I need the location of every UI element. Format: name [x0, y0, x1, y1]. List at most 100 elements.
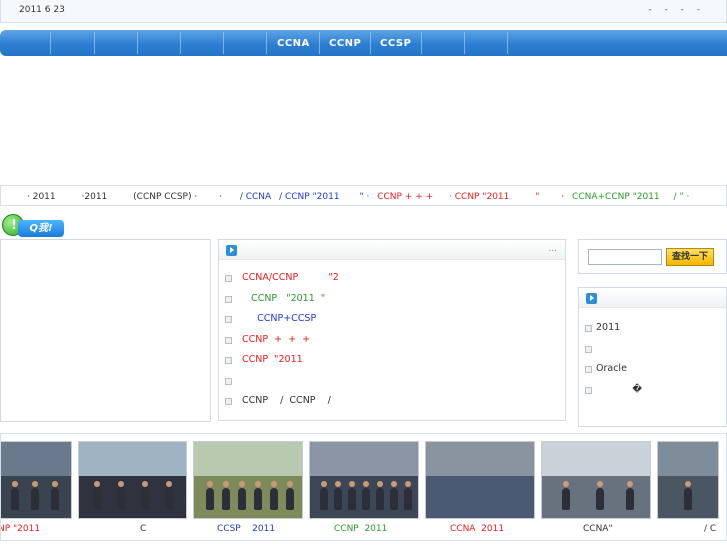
main-nav: CCNA CCNP CCSP: [0, 30, 727, 56]
qq-contact-button[interactable]: Q我!: [2, 214, 64, 240]
gallery-photo[interactable]: [193, 441, 303, 519]
news-item-title[interactable]: CCNP "2011 ": [242, 293, 325, 304]
side-panel: 2011 Oracle �: [578, 287, 727, 427]
ticker-item[interactable]: / CCNP "2011: [279, 192, 340, 202]
ticker-item[interactable]: ": [535, 192, 539, 202]
nav-item-ccsp[interactable]: CCSP: [380, 38, 411, 49]
left-panel: [0, 239, 211, 422]
news-item[interactable]: CCNP "2011: [225, 350, 565, 371]
news-item-title[interactable]: CCNP + + +: [242, 334, 310, 345]
photo-caption[interactable]: CCSP 2011: [217, 524, 275, 534]
person-figure: [684, 481, 692, 510]
bullet-icon: [585, 366, 592, 373]
gallery-photo[interactable]: [425, 441, 535, 519]
nav-separator: [370, 32, 371, 54]
ticker-item[interactable]: CCNP + + +: [377, 192, 433, 202]
side-item-label[interactable]: 2011: [596, 322, 620, 333]
side-item[interactable]: 2011: [585, 318, 726, 339]
news-item[interactable]: [225, 371, 565, 392]
person-figure: [348, 481, 356, 510]
gallery-photo[interactable]: [657, 441, 719, 519]
news-item[interactable]: CCNP+CCSP: [225, 309, 565, 330]
person-figure: [270, 481, 278, 510]
nav-separator: [50, 32, 51, 54]
bullet-icon: [585, 325, 592, 332]
news-ticker: · 2011 ·2011 (CCNP CCSP) · · / CCNA / CC…: [0, 185, 727, 206]
news-item[interactable]: CCNP + + +: [225, 330, 565, 351]
person-figure: [165, 481, 173, 510]
side-list: 2011 Oracle �: [579, 308, 726, 400]
nav-separator: [507, 32, 508, 54]
ticker-item[interactable]: / " ·: [674, 192, 690, 202]
search-button[interactable]: 查找一下: [666, 248, 714, 266]
person-figure: [117, 481, 125, 510]
news-list: CCNA/CCNP "2 CCNP "2011 " CCNP+CCSP CCNP…: [219, 260, 565, 412]
ticker-item: ·: [561, 192, 565, 202]
photo-image-top: [79, 442, 186, 477]
gallery-photo[interactable]: [1, 441, 72, 519]
ticker-item[interactable]: " ·: [359, 192, 369, 202]
person-figure: [222, 481, 230, 510]
play-arrow-icon: [226, 245, 237, 256]
news-item[interactable]: CCNP / CCNP /: [225, 391, 565, 412]
search-panel: 查找一下: [578, 239, 727, 274]
person-figure: [11, 481, 19, 510]
side-item[interactable]: �: [585, 380, 726, 401]
person-figure: [334, 481, 342, 510]
person-figure: [238, 481, 246, 510]
ticker-item[interactable]: · CCNP "2011: [449, 192, 509, 202]
photo-caption[interactable]: NP "2011: [1, 524, 40, 534]
side-item[interactable]: [585, 339, 726, 360]
ticker-item[interactable]: CCNA+CCNP "2011: [572, 192, 660, 202]
photo-caption[interactable]: C: [140, 524, 146, 534]
photo-gallery: NP "2011 C CCSP 2011 CCNP 2011 CCNA 2011…: [0, 433, 727, 541]
person-figure: [51, 481, 59, 510]
person-figure: [626, 481, 634, 510]
ticker-item[interactable]: (CCNP CCSP) ·: [133, 192, 197, 202]
gallery-photo[interactable]: [78, 441, 187, 519]
photo-caption[interactable]: CCNA": [583, 524, 613, 534]
photo-caption[interactable]: CCNP 2011: [334, 524, 387, 534]
news-item-title[interactable]: CCNP "2011: [242, 354, 303, 365]
bullet-icon: [225, 275, 232, 282]
nav-separator: [223, 32, 224, 54]
ticker-item[interactable]: / CCNA: [240, 192, 271, 202]
current-date: 2011 6 23: [19, 5, 65, 15]
top-bar: 2011 6 23 - - - -: [0, 0, 727, 23]
gallery-photo[interactable]: [309, 441, 419, 519]
nav-separator: [94, 32, 95, 54]
news-item-title[interactable]: CCNP+CCSP: [242, 313, 316, 324]
gallery-photo[interactable]: [541, 441, 651, 519]
news-item-title[interactable]: CCNP / CCNP /: [242, 395, 331, 406]
side-panel-header: [579, 288, 726, 308]
side-item-label[interactable]: Oracle: [596, 363, 627, 374]
bullet-icon: [225, 295, 232, 303]
photo-caption[interactable]: / C: [704, 524, 716, 534]
nav-separator: [421, 32, 422, 54]
more-link[interactable]: ...: [548, 244, 557, 254]
news-item-title[interactable]: CCNA/CCNP "2: [242, 272, 339, 283]
photo-image-top: [426, 442, 534, 477]
bullet-icon: [585, 386, 592, 394]
nav-item-ccnp[interactable]: CCNP: [329, 38, 361, 49]
ticker-item[interactable]: · 2011: [27, 192, 56, 202]
photo-caption[interactable]: CCNA 2011: [450, 524, 504, 534]
bullet-icon: [585, 345, 592, 353]
news-item[interactable]: CCNA/CCNP "2: [225, 268, 565, 289]
photo-image-top: [658, 442, 718, 477]
top-links[interactable]: - - - -: [648, 5, 700, 15]
nav-item-ccna[interactable]: CCNA: [277, 38, 310, 49]
search-input[interactable]: [588, 249, 662, 265]
bullet-icon: [225, 316, 232, 323]
side-item[interactable]: Oracle: [585, 359, 726, 380]
news-item[interactable]: CCNP "2011 ": [225, 289, 565, 310]
person-figure: [376, 481, 384, 510]
ticker-item[interactable]: ·2011: [82, 192, 108, 202]
person-figure: [320, 481, 328, 510]
bullet-icon: [225, 336, 232, 344]
photo-image-bottom: [426, 476, 534, 518]
side-item-label[interactable]: �: [596, 384, 642, 395]
person-figure: [596, 481, 604, 510]
photo-image-top: [194, 442, 302, 477]
nav-separator: [266, 32, 267, 54]
